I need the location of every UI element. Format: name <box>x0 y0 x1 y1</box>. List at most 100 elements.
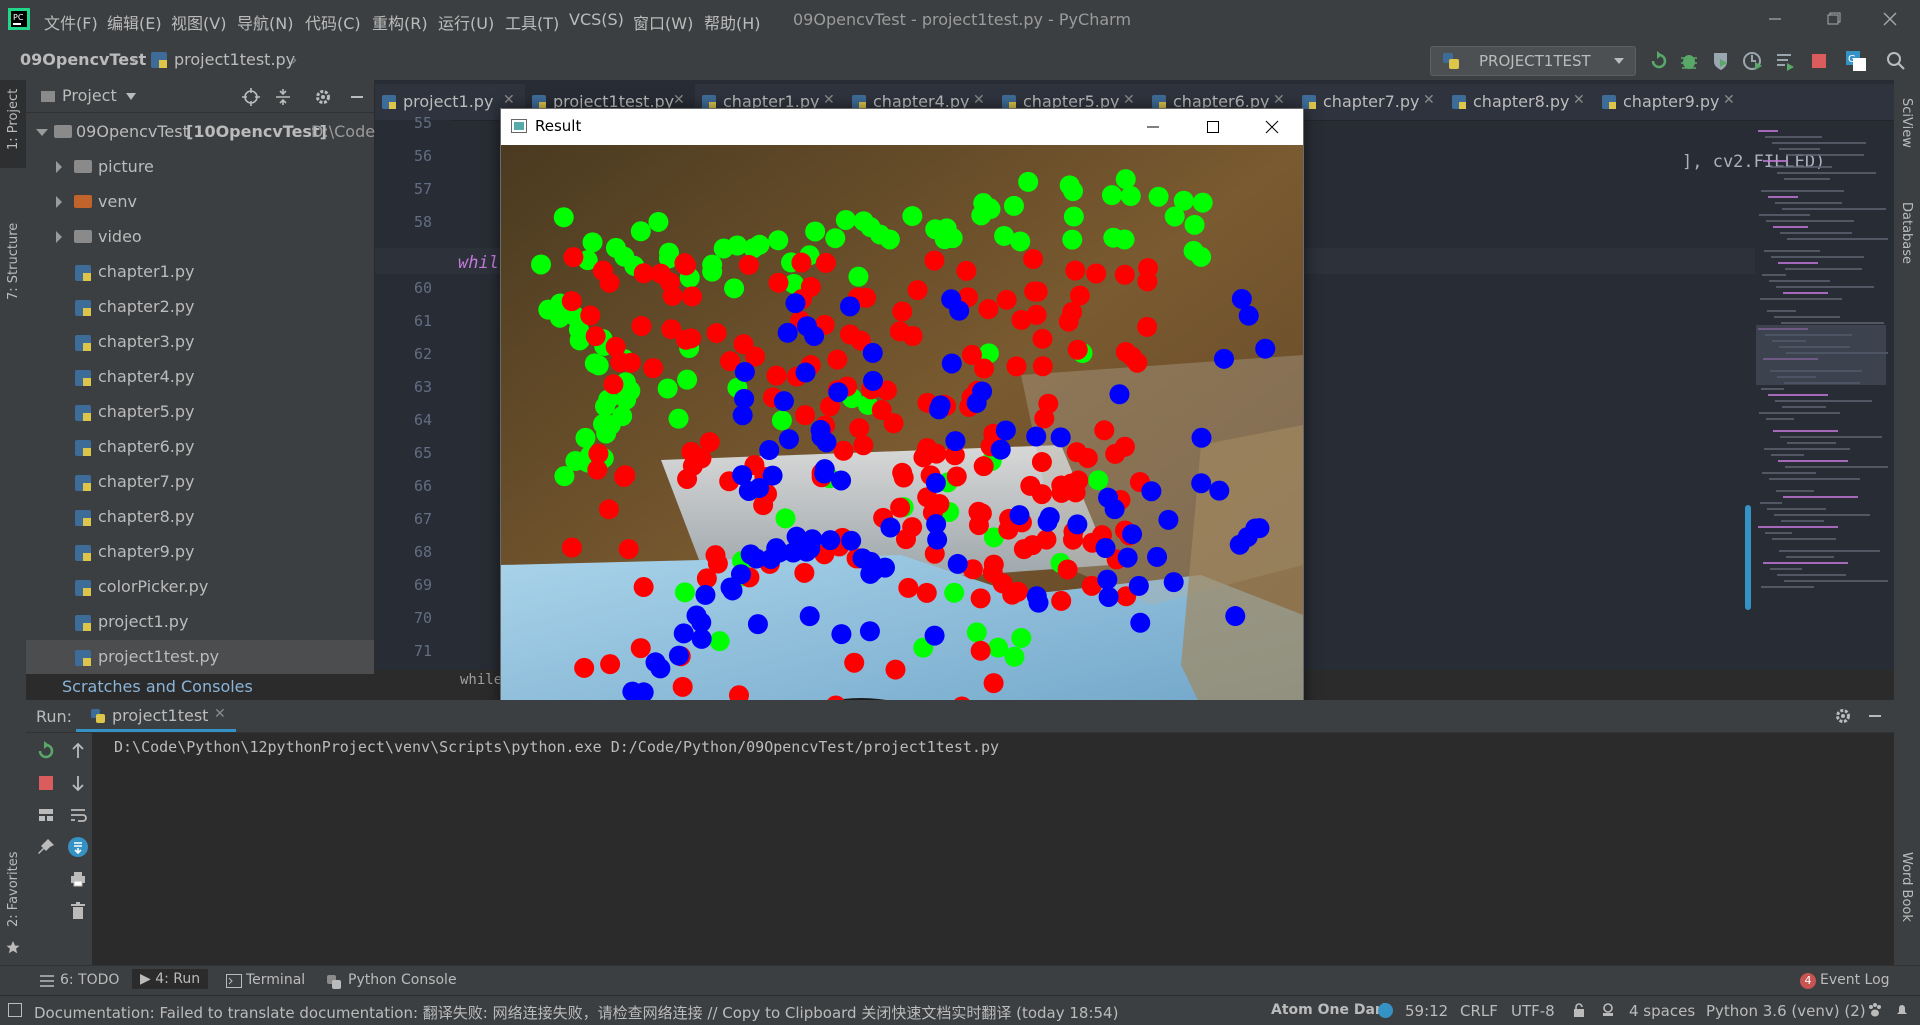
collapse-all-icon[interactable] <box>274 88 292 106</box>
line-separator[interactable]: CRLF <box>1460 1002 1498 1020</box>
tree-file[interactable]: colorPicker.py <box>26 570 374 604</box>
tree-file[interactable]: project1.py <box>26 605 374 639</box>
python-console-tool-button[interactable]: Python Console <box>348 972 457 988</box>
editor-tab[interactable]: chapter7.py ✕ <box>1295 84 1445 120</box>
event-log-tool-button[interactable]: Event Log <box>1820 972 1890 988</box>
toggle-panels-icon[interactable] <box>8 1003 22 1017</box>
tree-file[interactable]: chapter9.py <box>26 535 374 569</box>
minimize-icon[interactable] <box>1760 6 1790 32</box>
rerun-icon[interactable] <box>1648 50 1670 72</box>
print-icon[interactable] <box>68 869 88 889</box>
menu-help[interactable]: 帮助(H) <box>704 10 761 34</box>
menu-refactor[interactable]: 重构(R) <box>372 10 428 34</box>
favorites-tool-button[interactable]: 2: Favorites <box>0 835 26 965</box>
project-panel-title[interactable]: Project <box>62 86 117 105</box>
menu-code[interactable]: 代码(C) <box>305 10 361 34</box>
result-window[interactable]: Result <box>500 108 1304 749</box>
close-tab-icon[interactable]: ✕ <box>973 92 985 108</box>
paw-icon[interactable] <box>1867 1002 1883 1018</box>
database-tool-button[interactable]: Database <box>1894 180 1920 270</box>
coverage-icon[interactable] <box>1710 50 1732 72</box>
arrow-up-icon[interactable] <box>68 741 88 761</box>
close-icon[interactable] <box>1875 6 1905 32</box>
minimize-icon[interactable] <box>1141 115 1165 139</box>
search-icon[interactable] <box>1885 50 1907 72</box>
translate-icon[interactable]: G <box>1845 50 1867 72</box>
breadcrumb-file[interactable]: project1test.py <box>174 50 295 69</box>
close-tab-icon[interactable]: ✕ <box>1573 92 1585 108</box>
inspector-icon[interactable] <box>1600 1002 1616 1018</box>
tree-file[interactable]: project1test.py <box>26 640 374 674</box>
scroll-to-end-icon[interactable] <box>68 837 88 857</box>
tree-file[interactable]: chapter4.py <box>26 360 374 394</box>
editor-scrollbar-thumb[interactable] <box>1745 505 1751 610</box>
close-tab-icon[interactable]: ✕ <box>1123 92 1135 108</box>
arrow-down-icon[interactable] <box>68 773 88 793</box>
debug-icon[interactable] <box>1678 50 1700 72</box>
soft-wrap-icon[interactable] <box>68 805 88 825</box>
tree-folder-video[interactable]: video <box>26 220 374 254</box>
close-tab-icon[interactable]: ✕ <box>673 92 685 108</box>
tree-file[interactable]: chapter6.py <box>26 430 374 464</box>
close-icon[interactable] <box>1260 115 1284 139</box>
menu-window[interactable]: 窗口(W) <box>633 10 693 34</box>
stop-icon[interactable] <box>36 773 56 793</box>
locate-icon[interactable] <box>242 88 260 106</box>
editor-tab[interactable]: chapter8.py ✕ <box>1445 84 1595 120</box>
editor-tab[interactable]: chapter9.py ✕ <box>1595 84 1745 120</box>
tree-folder-picture[interactable]: picture <box>26 150 374 184</box>
close-tab-icon[interactable]: ✕ <box>1723 92 1735 108</box>
theme-indicator[interactable]: Atom One Dark <box>1271 1002 1391 1018</box>
console-output-line[interactable]: D:\Code\Python\12pythonProject\venv\Scri… <box>114 738 999 756</box>
tree-root[interactable]: 09OpencvTest [10OpencvTest] D:\Code\ <box>26 115 380 149</box>
maximize-icon[interactable] <box>1201 115 1225 139</box>
hide-panel-icon[interactable] <box>348 88 366 106</box>
tree-file[interactable]: chapter5.py <box>26 395 374 429</box>
project-tool-button[interactable]: 1: Project <box>0 80 26 168</box>
python-interpreter[interactable]: Python 3.6 (venv) (2) <box>1706 1002 1866 1020</box>
lock-icon[interactable] <box>1573 1003 1587 1018</box>
layout-icon[interactable] <box>36 805 56 825</box>
stop-icon[interactable] <box>1808 50 1830 72</box>
menu-run[interactable]: 运行(U) <box>438 10 494 34</box>
chevron-down-icon[interactable] <box>126 93 136 100</box>
close-tab-icon[interactable]: ✕ <box>214 706 226 722</box>
run-tool-button[interactable]: ▶ 4: Run <box>132 969 209 989</box>
menu-view[interactable]: 视图(V) <box>171 10 226 34</box>
close-tab-icon[interactable]: ✕ <box>503 92 515 108</box>
terminal-tool-button[interactable]: Terminal <box>246 972 305 988</box>
gear-icon[interactable] <box>314 88 332 106</box>
close-tab-icon[interactable]: ✕ <box>1273 92 1285 108</box>
file-encoding[interactable]: UTF-8 <box>1511 1002 1555 1020</box>
restore-icon[interactable] <box>1818 6 1848 32</box>
close-tab-icon[interactable]: ✕ <box>823 92 835 108</box>
tree-file[interactable]: chapter1.py <box>26 255 374 289</box>
menu-file[interactable]: 文件(F) <box>44 10 98 34</box>
scratches-and-consoles[interactable]: Scratches and Consoles <box>26 675 374 695</box>
tree-file[interactable]: chapter7.py <box>26 465 374 499</box>
code-line-59[interactable]: whil <box>458 253 499 273</box>
run-configuration-select[interactable]: PROJECT1TEST <box>1430 46 1636 76</box>
tree-folder-venv[interactable]: venv <box>26 185 374 219</box>
profile-icon[interactable] <box>1742 50 1764 72</box>
menu-vcs[interactable]: VCS(S) <box>569 10 624 29</box>
code-breadcrumb[interactable]: while <box>460 672 502 688</box>
rerun-icon[interactable] <box>36 741 56 761</box>
todo-tool-button[interactable]: 6: TODO <box>60 972 119 988</box>
wordbook-tool-button[interactable]: Word Book <box>1894 840 1920 940</box>
code-minimap[interactable] <box>1738 125 1888 605</box>
hide-panel-icon[interactable] <box>1866 707 1884 725</box>
menu-tools[interactable]: 工具(T) <box>505 10 559 34</box>
tree-file[interactable]: chapter2.py <box>26 290 374 324</box>
close-tab-icon[interactable]: ✕ <box>1423 92 1435 108</box>
indent-setting[interactable]: 4 spaces <box>1629 1002 1695 1020</box>
menu-navigate[interactable]: 导航(N) <box>237 10 293 34</box>
breadcrumb-project[interactable]: 09OpencvTest <box>20 50 146 69</box>
menu-edit[interactable]: 编辑(E) <box>107 10 162 34</box>
trash-icon[interactable] <box>68 901 88 921</box>
caret-position[interactable]: 59:12 <box>1405 1002 1448 1020</box>
structure-tool-button[interactable]: 7: Structure <box>0 180 26 300</box>
pin-icon[interactable] <box>36 837 56 857</box>
notifications-icon[interactable] <box>1894 1002 1910 1018</box>
result-window-titlebar[interactable]: Result <box>501 109 1303 145</box>
